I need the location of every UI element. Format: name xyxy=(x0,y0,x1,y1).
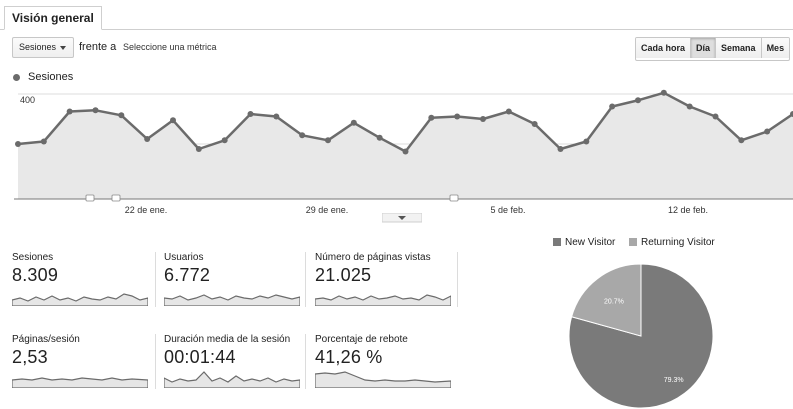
period-button-group: Cada hora Día Semana Mes xyxy=(635,37,791,61)
data-point[interactable] xyxy=(764,128,771,135)
series-legend-dot xyxy=(13,74,20,81)
metric-select-dropdown[interactable]: Sesiones xyxy=(12,37,74,58)
sparkline xyxy=(12,293,148,306)
data-point[interactable] xyxy=(40,138,47,145)
data-point[interactable] xyxy=(299,132,306,139)
pie-slice-label: 20.7% xyxy=(604,298,624,305)
metric-divider xyxy=(457,252,458,307)
metric-value: 6.772 xyxy=(164,265,211,285)
sparkline xyxy=(315,294,451,306)
annotation-marker xyxy=(85,194,95,202)
metric-label: Usuarios xyxy=(164,252,204,263)
period-week-button[interactable]: Semana xyxy=(716,38,762,58)
metric-select-value: Sesiones xyxy=(19,42,57,52)
compare-metric-link[interactable]: Seleccione una métrica xyxy=(123,42,217,52)
data-point[interactable] xyxy=(118,112,125,119)
data-point[interactable] xyxy=(738,137,745,144)
data-point[interactable] xyxy=(454,113,461,120)
metric-label: Número de páginas vistas xyxy=(315,252,431,263)
sparkline xyxy=(164,294,300,306)
metric-bounce-rate[interactable]: Porcentaje de rebote 41,26 % xyxy=(315,334,455,394)
data-point[interactable] xyxy=(170,117,176,124)
metric-label: Duración media de la sesión xyxy=(164,334,291,345)
metric-pageviews[interactable]: Número de páginas vistas 21.025 xyxy=(315,252,455,312)
pie-legend-new-visitor: New Visitor xyxy=(553,237,615,248)
data-point[interactable] xyxy=(583,138,590,145)
annotation-marker xyxy=(449,194,459,202)
metric-avg-session-duration[interactable]: Duración media de la sesión 00:01:44 xyxy=(164,334,304,394)
tab-bar: Visión general xyxy=(0,0,793,30)
data-point[interactable] xyxy=(15,141,21,147)
data-point[interactable] xyxy=(66,108,73,115)
data-point[interactable] xyxy=(686,103,693,110)
period-day-button[interactable]: Día xyxy=(691,38,717,58)
data-point[interactable] xyxy=(531,121,538,127)
chevron-down-icon xyxy=(60,46,66,50)
period-hourly-button[interactable]: Cada hora xyxy=(636,38,692,58)
metric-divider xyxy=(305,334,306,389)
data-point[interactable] xyxy=(350,119,357,126)
pie-slice-label: 79.3% xyxy=(664,377,684,384)
data-point[interactable] xyxy=(428,114,435,121)
data-point[interactable] xyxy=(195,146,202,152)
data-point[interactable] xyxy=(376,134,383,141)
data-point[interactable] xyxy=(712,113,719,120)
sparkline xyxy=(12,377,148,388)
metric-label: Sesiones xyxy=(12,252,54,263)
data-point[interactable] xyxy=(635,97,641,104)
data-point[interactable] xyxy=(273,113,280,120)
data-point[interactable] xyxy=(557,146,564,152)
metric-divider xyxy=(155,334,156,389)
data-point[interactable] xyxy=(480,116,486,122)
series-legend-label: Sesiones xyxy=(28,71,74,83)
sparkline xyxy=(164,371,300,388)
data-point[interactable] xyxy=(92,107,99,114)
metric-label: Páginas/sesión xyxy=(12,334,80,345)
period-month-button[interactable]: Mes xyxy=(761,38,790,58)
metric-users[interactable]: Usuarios 6.772 xyxy=(164,252,304,312)
annotation-marker xyxy=(111,194,121,202)
metric-value: 21.025 xyxy=(315,265,372,285)
y-tick-label-400: 400 xyxy=(20,95,35,105)
metric-value: 00:01:44 xyxy=(164,347,236,367)
tab-vision-general[interactable]: Visión general xyxy=(4,6,102,30)
sessions-line-chart: 400 200 22 de ene. 29 de ene. 5 de feb. … xyxy=(14,89,793,215)
metric-label: Porcentaje de rebote xyxy=(315,334,408,345)
data-point[interactable] xyxy=(144,136,151,142)
x-tick-label: 12 de feb. xyxy=(668,205,708,215)
sessions-area xyxy=(18,92,793,199)
versus-label: frente a xyxy=(79,41,117,53)
metric-divider xyxy=(155,252,156,307)
legend-swatch xyxy=(553,238,561,246)
legend-swatch xyxy=(629,238,637,246)
x-tick-label: 29 de ene. xyxy=(306,205,349,215)
visitor-pie-chart: 79.3% 20.7% xyxy=(568,263,714,409)
metric-value: 2,53 xyxy=(12,347,48,367)
pie-legend-returning-visitor: Returning Visitor xyxy=(629,237,715,248)
metric-value: 41,26 % xyxy=(315,347,383,367)
data-point[interactable] xyxy=(402,148,409,155)
data-point[interactable] xyxy=(221,137,228,144)
metric-value: 8.309 xyxy=(12,265,59,285)
metric-divider xyxy=(305,252,306,307)
metric-sessions[interactable]: Sesiones 8.309 xyxy=(12,252,152,312)
sparkline xyxy=(315,371,451,388)
x-tick-label: 22 de ene. xyxy=(125,205,168,215)
data-point[interactable] xyxy=(505,108,512,115)
legend-label: Returning Visitor xyxy=(641,237,715,248)
data-point[interactable] xyxy=(609,103,616,110)
metric-pages-per-session[interactable]: Páginas/sesión 2,53 xyxy=(12,334,152,394)
chart-expand-handle[interactable] xyxy=(382,213,422,223)
data-point[interactable] xyxy=(325,137,331,144)
legend-label: New Visitor xyxy=(565,237,616,248)
data-point[interactable] xyxy=(247,111,254,117)
x-tick-label: 5 de feb. xyxy=(490,205,525,215)
data-point[interactable] xyxy=(660,89,667,96)
